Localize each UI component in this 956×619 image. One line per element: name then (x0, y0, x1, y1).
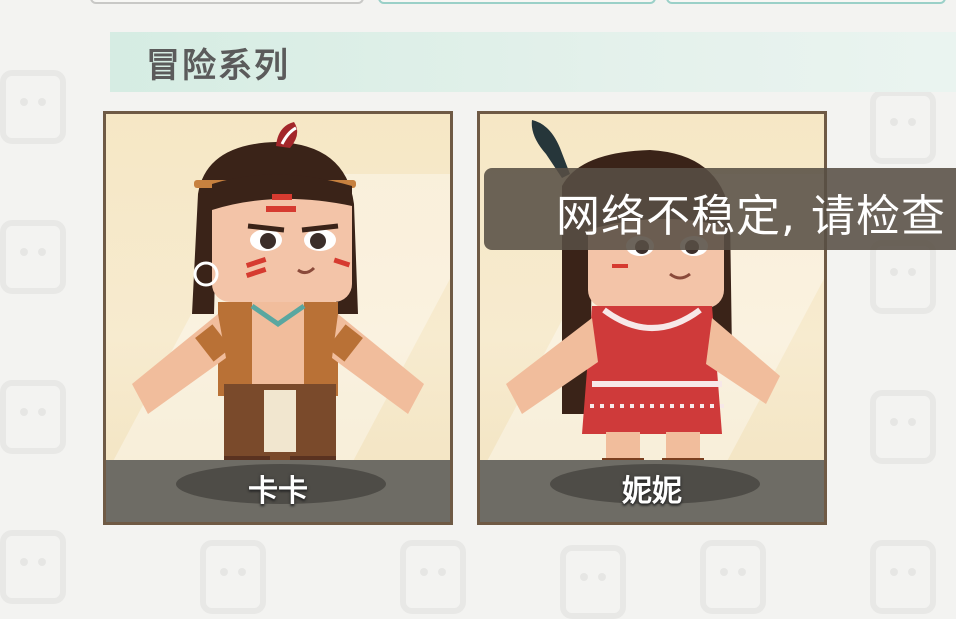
top-tab-right[interactable] (666, 0, 946, 4)
top-tab-middle[interactable] (378, 0, 656, 4)
character-card-kaka[interactable]: 卡卡 (103, 111, 453, 525)
series-title: 冒险系列 (146, 46, 290, 86)
top-tab-left[interactable] (90, 0, 364, 4)
character-name-nini: 妮妮 (622, 474, 682, 509)
network-toast-message: 网络不稳定, 请检查 (556, 191, 946, 242)
kaka-avatar-icon (132, 122, 424, 474)
character-name-kaka: 卡卡 (248, 474, 308, 509)
